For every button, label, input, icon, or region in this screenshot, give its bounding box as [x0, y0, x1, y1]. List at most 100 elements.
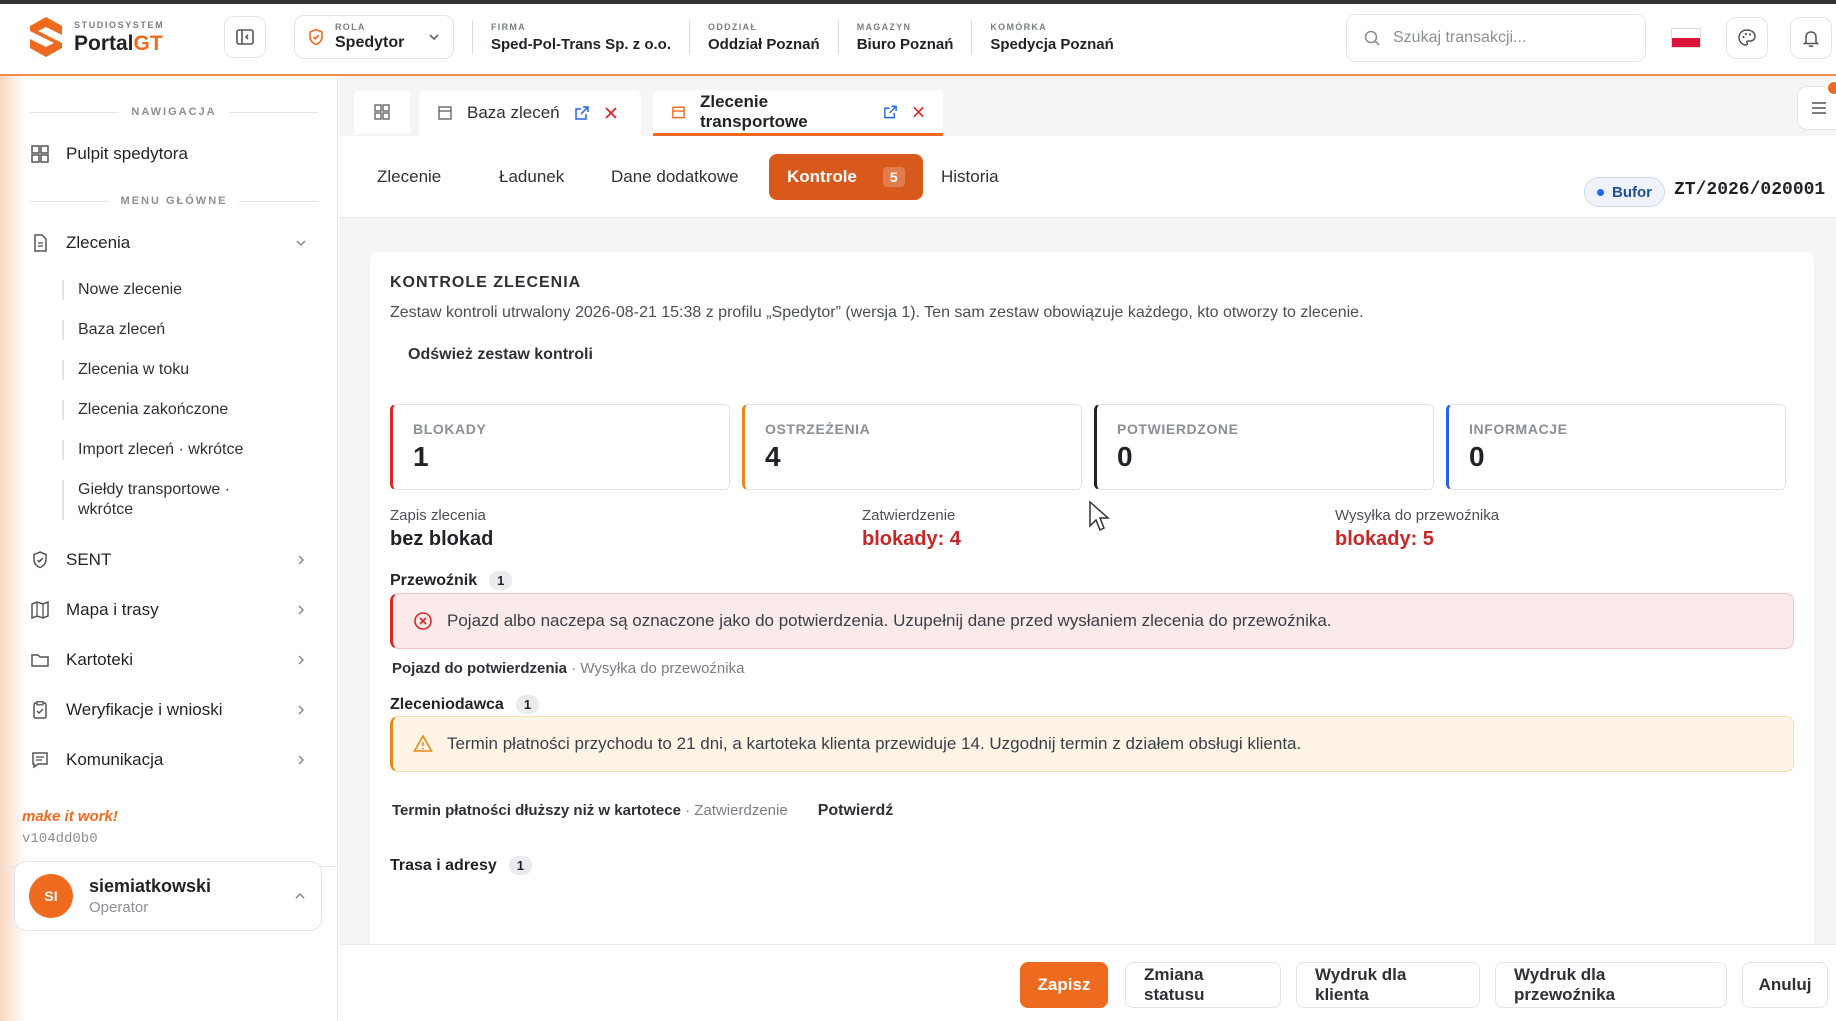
window-icon	[438, 106, 452, 120]
chevron-down-icon	[429, 34, 439, 41]
sidebar-item-label: Komunikacja	[66, 750, 164, 769]
gate-value: bez blokad	[390, 528, 494, 550]
controls-count-badge: 5	[882, 167, 905, 187]
stat-label: INFORMACJE	[1469, 421, 1568, 437]
hamburger-icon	[1812, 102, 1826, 114]
tab-order-base[interactable]: Baza zleceń	[419, 90, 641, 136]
sidebar-subitem-orders-completed[interactable]: Zlecenia zakończone	[62, 400, 312, 420]
sidebar-item-label: Weryfikacje i wnioski	[66, 700, 223, 719]
context-warehouse[interactable]: MAGAZYN Biuro Poznań	[837, 20, 972, 54]
sidebar-toggle-button[interactable]	[224, 16, 266, 58]
chevron-right-icon	[298, 705, 305, 715]
sidebar-item-communication[interactable]: Komunikacja	[30, 740, 318, 780]
shield-check-icon	[33, 551, 47, 569]
group-count-badge: 1	[508, 856, 532, 875]
gate-label: Zapis zlecenia	[390, 507, 486, 524]
language-flag-icon[interactable]	[1671, 28, 1701, 48]
role-selector[interactable]: ROLA Spedytor	[294, 15, 454, 59]
grid-icon	[374, 104, 390, 120]
control-stage: · Zatwierdzenie	[680, 802, 788, 819]
subtab-controls[interactable]: Kontrole 5	[769, 154, 923, 200]
subtab-additional-data[interactable]: Dane dodatkowe	[593, 154, 757, 200]
context-company-label: FIRMA	[491, 21, 526, 32]
sidebar-subitem-transport-exchanges[interactable]: Giełdy transportowe · wkrótce	[62, 480, 262, 520]
context-company[interactable]: FIRMA Sped-Pol-Trans Sp. z o.o.	[472, 20, 689, 54]
user-menu[interactable]: SI siemiatkowski Operator	[14, 861, 322, 931]
stat-confirmed: POTWIERDZONE 0	[1094, 404, 1434, 490]
subtab-order[interactable]: Zlecenie	[359, 154, 459, 200]
stat-information: INFORMACJE 0	[1446, 404, 1786, 490]
gate-label: Wysyłka do przewoźnika	[1335, 507, 1500, 524]
sidebar-item-label: Pulpit spedytora	[66, 144, 188, 163]
sidebar-item-records[interactable]: Kartoteki	[30, 640, 318, 680]
gate-save: Zapis zlecenia bez blokad	[390, 507, 493, 551]
sidebar-subitem-orders-in-progress[interactable]: Zlecenia w toku	[62, 360, 312, 380]
refresh-controls-button[interactable]: Odśwież zestaw kontroli	[408, 346, 593, 364]
external-link-icon[interactable]	[574, 105, 590, 121]
subtab-history[interactable]: Historia	[923, 154, 1017, 200]
close-icon[interactable]	[604, 106, 618, 120]
external-link-icon[interactable]	[883, 104, 898, 120]
chevron-right-icon	[298, 605, 305, 615]
sidebar-subitem-new-order[interactable]: Nowe zlecenie	[62, 280, 312, 300]
alert-warning: Termin płatności przychodu to 21 dni, a …	[390, 716, 1794, 772]
role-value: Spedytor	[335, 34, 405, 51]
shield-icon	[309, 28, 323, 46]
print-client-button[interactable]: Wydruk dla klienta	[1296, 962, 1480, 1008]
search-input[interactable]: Szukaj transakcji...	[1393, 29, 1526, 47]
clipboard-check-icon	[33, 701, 47, 719]
stat-warnings: OSTRZEŻENIA 4	[742, 404, 1082, 490]
group-count-badge: 1	[515, 695, 540, 714]
order-number: ZT/2026/020001	[1674, 180, 1826, 200]
group-title-client: Zleceniodawca 1	[390, 695, 540, 714]
chevron-right-icon	[298, 555, 305, 565]
change-status-button[interactable]: Zmiana statusu	[1125, 962, 1281, 1008]
group-title-label: Trasa i adresy	[390, 856, 497, 874]
warning-triangle-icon	[413, 734, 433, 752]
folder-icon	[31, 654, 49, 667]
theme-button[interactable]	[1726, 17, 1768, 59]
stat-value: 0	[1469, 441, 1485, 472]
user-name: siemiatkowski	[89, 876, 212, 896]
save-button[interactable]: Zapisz	[1020, 962, 1108, 1008]
logo[interactable]: STUDIOSYSTEM PortalGT	[28, 15, 198, 59]
group-title-label: Zleceniodawca	[390, 695, 504, 713]
stat-label: BLOKADY	[413, 421, 487, 437]
gate-value: blokady: 4	[862, 528, 961, 550]
gate-approval: Zatwierdzenie blokady: 4	[862, 507, 961, 551]
sidebar-subitem-order-import[interactable]: Import zleceń · wkrótce	[62, 440, 312, 460]
context-branch[interactable]: ODDZIAŁ Oddział Poznań	[689, 20, 838, 54]
subtab-cargo[interactable]: Ładunek	[481, 154, 582, 200]
bell-icon	[1802, 31, 1820, 47]
tab-transport-order[interactable]: Zlecenie transportowe	[653, 90, 943, 136]
control-stage: · Wysyłka do przewoźnika	[567, 660, 745, 677]
sidebar-item-sent[interactable]: SENT	[30, 540, 318, 580]
search-box[interactable]: Szukaj transakcji...	[1346, 14, 1646, 62]
context-cell-value: Spedycja Poznań	[990, 35, 1114, 53]
sidebar-item-orders[interactable]: Zlecenia	[30, 223, 318, 263]
tab-label: Zlecenie transportowe	[699, 91, 808, 131]
logo-mark-icon	[30, 17, 62, 57]
sidebar-item-dashboard[interactable]: Pulpit spedytora	[30, 134, 318, 174]
message-icon	[32, 752, 48, 769]
avatar: SI	[29, 874, 73, 918]
tab-overview-button[interactable]	[354, 90, 410, 134]
sidebar-subitem-order-base[interactable]: Baza zleceń	[62, 320, 312, 340]
close-icon[interactable]	[912, 105, 925, 119]
sidebar-item-label: Zlecenia	[66, 233, 131, 252]
sidebar-item-map[interactable]: Mapa i trasy	[30, 590, 318, 630]
group-count-badge: 1	[489, 571, 513, 590]
confirm-button[interactable]: Potwierdź	[818, 802, 894, 819]
tab-bar: Baza zleceń Zlecenie transportowe	[339, 76, 1836, 136]
tab-label: Baza zleceń	[467, 103, 560, 122]
role-label: ROLA	[335, 22, 366, 32]
sidebar-item-verifications[interactable]: Weryfikacje i wnioski	[30, 690, 318, 730]
context-cell-label: KOMÓRKA	[990, 21, 1047, 32]
notifications-button[interactable]	[1790, 17, 1832, 59]
stat-label: POTWIERDZONE	[1117, 421, 1239, 437]
cancel-button[interactable]: Anuluj	[1742, 962, 1828, 1008]
sidebar-item-label: Mapa i trasy	[66, 600, 159, 619]
print-carrier-button[interactable]: Wydruk dla przewoźnika	[1495, 962, 1727, 1008]
context-cell[interactable]: KOMÓRKA Spedycja Poznań	[971, 20, 1131, 54]
control-meta: Termin płatności dłuższy niż w kartotece…	[392, 802, 893, 820]
